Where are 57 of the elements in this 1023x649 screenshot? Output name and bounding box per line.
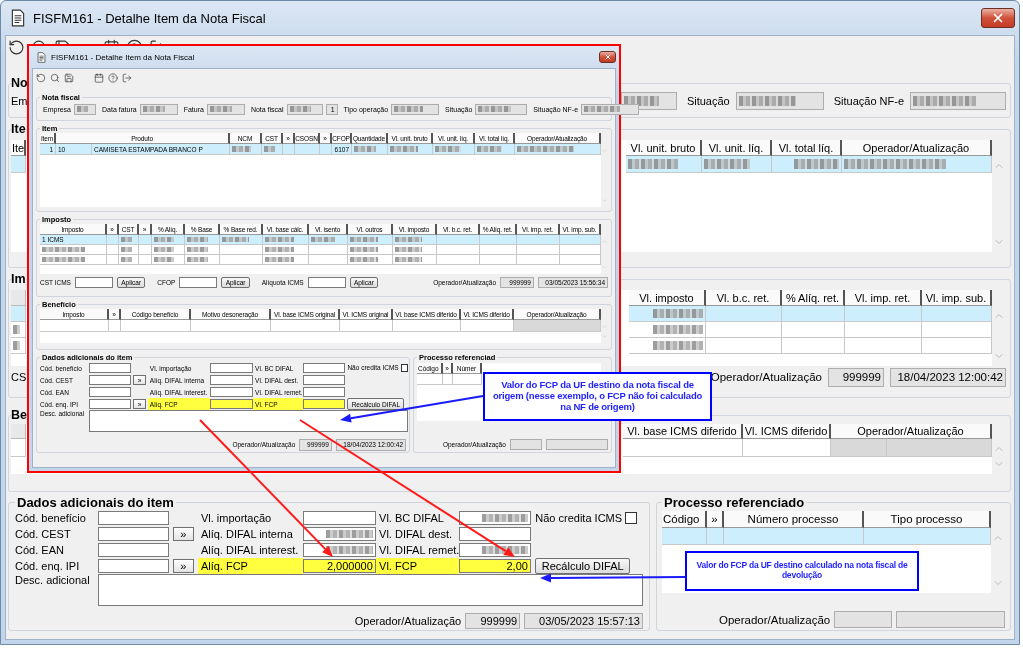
checkbox-label: Não credita ICMS bbox=[535, 512, 623, 524]
column-header[interactable]: Vl. total líq. bbox=[772, 140, 842, 156]
field-label: Situação bbox=[686, 95, 730, 107]
window-title: FISFM161 - Detalhe Item da Nota Fiscal bbox=[33, 10, 267, 26]
field-label: Desc. adicional bbox=[15, 574, 91, 588]
recalculate-button[interactable]: Recálculo DIFAL bbox=[535, 558, 631, 574]
lookup-button[interactable]: » bbox=[172, 527, 194, 541]
field-label: Em bbox=[11, 95, 28, 107]
column-header[interactable]: Vl. base ICMS diferido bbox=[623, 424, 743, 439]
column-header[interactable]: % Alíq. ret. bbox=[782, 290, 845, 306]
column-header[interactable]: Vl. imp. ret. bbox=[845, 290, 922, 306]
column-header[interactable]: Vl. ICMS diferido bbox=[743, 424, 831, 439]
column-header[interactable]: Operador/Atualização bbox=[831, 424, 992, 439]
lookup-button[interactable]: » bbox=[172, 559, 194, 573]
column-header[interactable]: Ite bbox=[11, 140, 26, 156]
column-header[interactable]: Vl. imposto bbox=[629, 290, 706, 306]
section-title: Dados adicionais do item bbox=[16, 495, 175, 510]
text-field[interactable]: 03/05/2023 15:57:13 bbox=[524, 612, 643, 629]
column-header[interactable]: » bbox=[707, 511, 724, 528]
section-title: No bbox=[11, 76, 28, 90]
field-label: Cód. benefício bbox=[15, 511, 87, 526]
section-title: Processo referenciado bbox=[663, 495, 806, 510]
field-label: Alíq. DIFAL interna bbox=[199, 527, 294, 542]
field-label: Alíq. FCP bbox=[197, 558, 304, 574]
column-header[interactable]: Número processo bbox=[724, 511, 864, 528]
text-field[interactable]: 18/04/2023 12:00:42 bbox=[890, 367, 1006, 387]
text-field[interactable]: 999999 bbox=[465, 612, 521, 629]
field-label: Vl. FCP bbox=[375, 558, 460, 574]
section-title: Im bbox=[11, 272, 26, 286]
field-label: Situação NF-e bbox=[833, 95, 904, 107]
callout-note: Valor do FCP da UF destino calculado na nota fiscal de devolução bbox=[685, 551, 919, 591]
column-header[interactable]: Vl. unit. líq. bbox=[702, 140, 772, 156]
field-label: CS bbox=[11, 371, 27, 383]
text-field[interactable]: 2,00 bbox=[459, 559, 531, 573]
field-label: Vl. DIFAL remet. bbox=[378, 543, 460, 558]
field-label: Alíq. DIFAL interest. bbox=[199, 543, 300, 558]
section-title: Ite bbox=[11, 122, 26, 136]
text-field[interactable]: 2,000000 bbox=[303, 559, 376, 573]
column-header[interactable]: Vl. b.c. ret. bbox=[706, 290, 782, 306]
column-header[interactable]: Código bbox=[662, 511, 707, 528]
column-header[interactable]: Operador/Atualização bbox=[842, 140, 992, 156]
section-title: Be bbox=[11, 408, 27, 422]
field-label: Operador/Atualização bbox=[710, 371, 822, 383]
window-title: FISFM161 - Detalhe Item da Nota Fiscal bbox=[51, 52, 196, 62]
field-label: Operador/Atualização bbox=[354, 614, 462, 627]
field-label: Cód. EAN bbox=[15, 543, 65, 558]
field-label: Vl. importação bbox=[199, 511, 273, 526]
text-field[interactable]: 999999 bbox=[828, 367, 884, 387]
column-header[interactable]: Tipo processo bbox=[864, 511, 991, 528]
field-label: Cód. CEST bbox=[15, 527, 72, 542]
field-label: Cód. enq. IPI bbox=[15, 559, 81, 574]
callout-note: Valor do FCP da UF destino da nota fiscal de origem (nesse exemplo, o FCP não foi calculado na NF de origem) bbox=[483, 372, 712, 421]
field-label: Vl. DIFAL dest. bbox=[378, 527, 454, 542]
field-label: Operador/Atualização bbox=[719, 613, 831, 626]
column-header[interactable]: Vl. imp. sub. bbox=[922, 290, 992, 306]
field-label: Vl. BC DIFAL bbox=[378, 511, 445, 526]
column-header[interactable]: Vl. unit. bruto bbox=[626, 140, 702, 156]
